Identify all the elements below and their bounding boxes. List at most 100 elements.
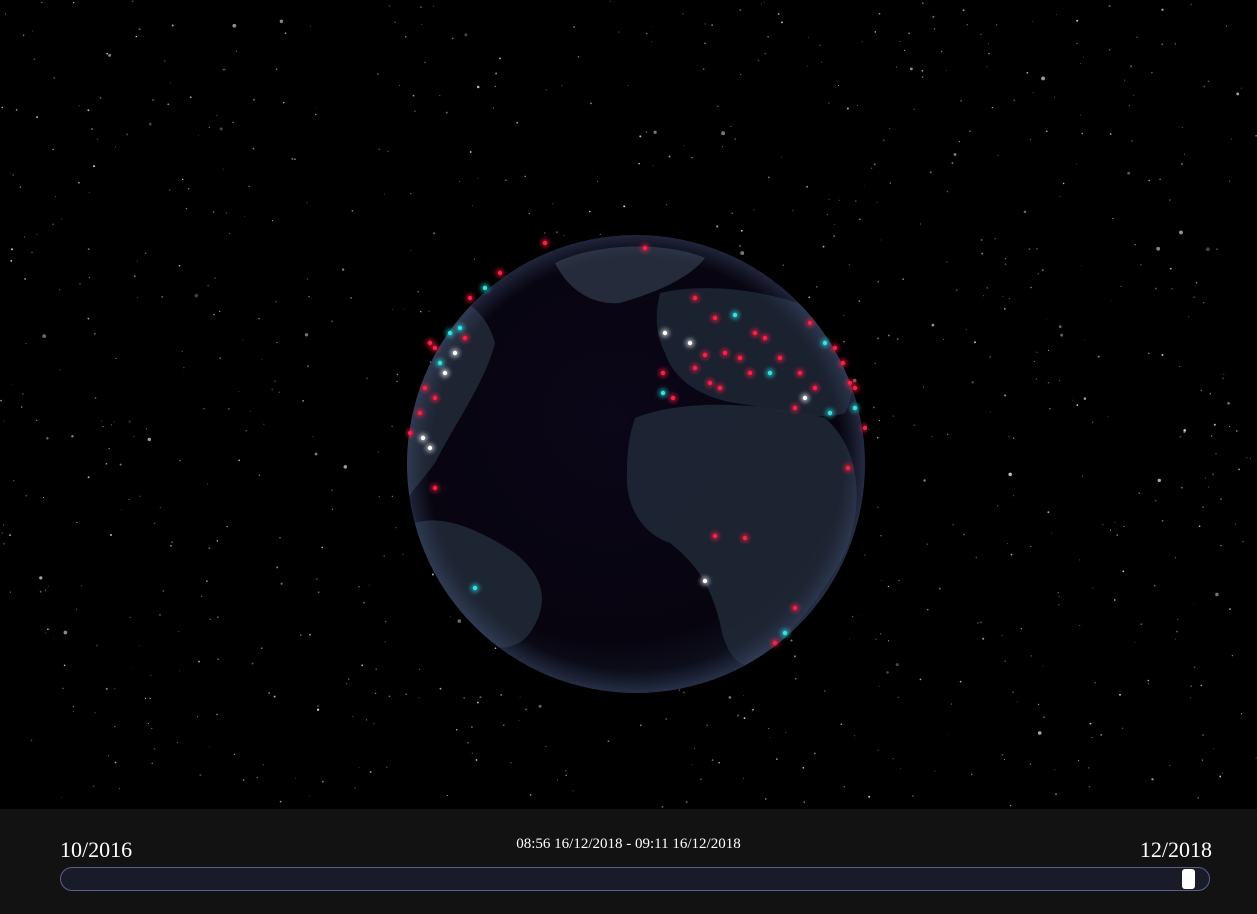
event-marker <box>847 380 853 386</box>
star <box>274 380 276 382</box>
star <box>716 225 719 228</box>
star <box>1091 736 1093 739</box>
star <box>1161 354 1164 356</box>
star <box>332 508 333 510</box>
star <box>840 723 843 726</box>
star <box>989 356 992 358</box>
star <box>1028 248 1031 251</box>
event-marker <box>742 535 748 541</box>
star <box>455 729 458 731</box>
star <box>704 42 706 45</box>
star <box>476 701 479 704</box>
star <box>1202 301 1205 304</box>
star <box>711 759 714 761</box>
star <box>743 777 745 780</box>
star <box>1227 402 1230 405</box>
star <box>1010 553 1013 556</box>
event-marker <box>792 405 798 411</box>
star <box>187 188 190 190</box>
star <box>1020 627 1023 630</box>
star <box>1220 544 1222 547</box>
star <box>946 261 948 263</box>
star <box>94 711 96 714</box>
event-marker <box>712 315 718 321</box>
event-marker <box>852 405 858 411</box>
star <box>208 126 210 129</box>
star <box>590 102 592 105</box>
star <box>153 748 156 750</box>
event-marker <box>812 385 818 391</box>
star <box>958 141 960 143</box>
star <box>1037 272 1040 275</box>
star <box>856 104 859 107</box>
star <box>218 310 221 313</box>
star <box>1205 477 1207 479</box>
star <box>273 695 276 698</box>
globe-viewport[interactable] <box>0 0 1257 809</box>
star <box>132 435 135 438</box>
timeline-slider-handle[interactable] <box>1181 869 1195 889</box>
star <box>114 761 117 764</box>
earth-globe[interactable] <box>405 233 867 695</box>
star <box>1130 65 1133 68</box>
star <box>151 762 153 765</box>
star <box>387 150 389 153</box>
event-marker <box>840 360 846 366</box>
star <box>228 232 231 235</box>
star <box>919 223 922 225</box>
timeline-slider-track[interactable] <box>60 867 1210 891</box>
star <box>776 758 778 760</box>
star <box>740 73 742 76</box>
star <box>414 110 416 113</box>
star <box>1229 180 1231 182</box>
event-marker <box>807 320 813 326</box>
star <box>87 476 90 479</box>
star <box>341 268 345 271</box>
star <box>668 155 671 158</box>
star <box>1176 630 1178 633</box>
star <box>233 753 236 756</box>
star <box>854 200 857 202</box>
star <box>308 633 311 636</box>
star <box>518 720 520 721</box>
star <box>751 710 753 712</box>
star <box>763 1 765 3</box>
star <box>133 275 136 278</box>
star <box>903 49 906 52</box>
star <box>0 399 2 402</box>
star <box>889 182 892 184</box>
star <box>471 752 474 755</box>
star <box>309 25 311 27</box>
star <box>99 97 102 99</box>
star <box>1082 475 1084 477</box>
star <box>743 717 746 719</box>
star <box>276 341 278 344</box>
star <box>989 411 992 413</box>
star <box>1116 534 1119 536</box>
star <box>228 408 230 410</box>
star <box>685 801 688 803</box>
star <box>232 121 234 124</box>
timeline-range-label: 08:56 16/12/2018 - 09:11 16/12/2018 <box>516 836 741 852</box>
star <box>1110 300 1112 302</box>
star <box>61 218 63 220</box>
star <box>171 541 174 544</box>
star <box>80 585 83 587</box>
star <box>767 35 769 38</box>
event-marker <box>422 385 428 391</box>
star <box>12 384 14 385</box>
star <box>52 223 55 226</box>
star <box>278 391 280 393</box>
star <box>1202 734 1204 736</box>
star <box>980 621 982 624</box>
star <box>348 678 350 680</box>
star <box>263 423 265 425</box>
star <box>1079 625 1081 626</box>
star <box>1114 521 1116 523</box>
star <box>1081 265 1083 267</box>
star <box>987 43 989 45</box>
star <box>59 289 61 291</box>
star <box>59 369 61 371</box>
globe-container[interactable] <box>405 233 867 695</box>
star <box>623 205 626 208</box>
